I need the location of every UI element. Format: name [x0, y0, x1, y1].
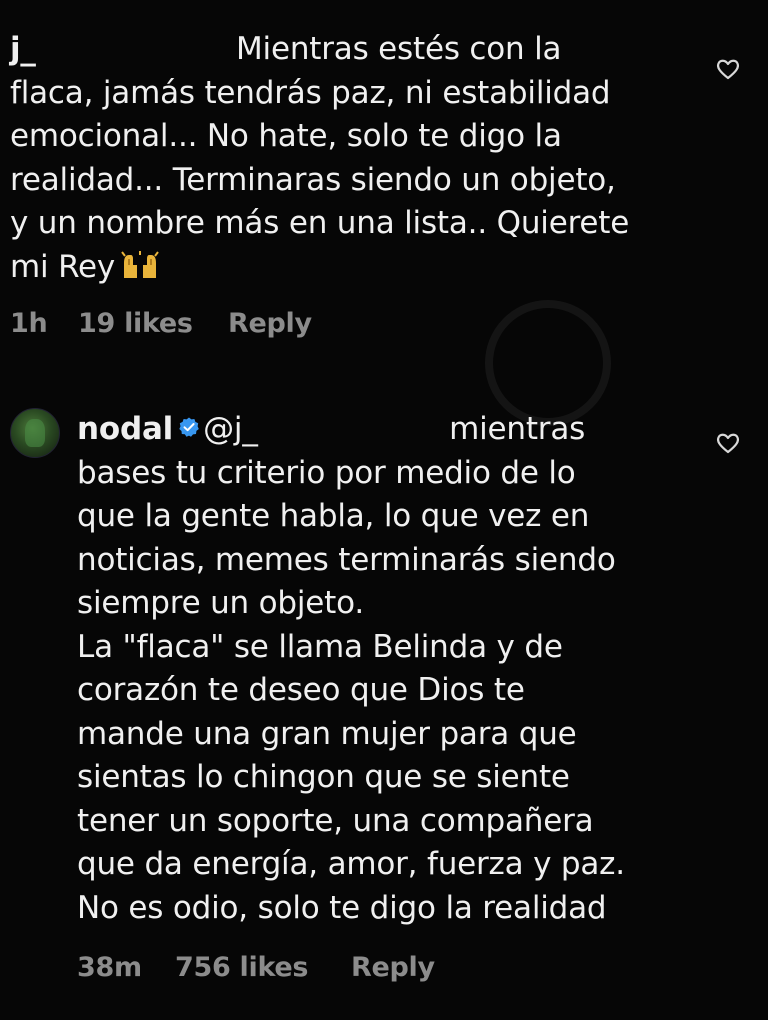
reply-button[interactable]: Reply — [351, 952, 435, 983]
avatar[interactable] — [10, 408, 60, 458]
comment-thread: j_ Mientras estés con la flaca, jamás ten… — [0, 0, 768, 1020]
comment-username[interactable]: nodal — [77, 411, 173, 447]
mention-link[interactable]: @j_ — [203, 408, 449, 452]
heart-icon[interactable] — [716, 58, 740, 80]
raising-hands-emoji-icon — [121, 248, 159, 278]
comment-content: nodal @j_ mientras bases tu criterio por … — [77, 406, 697, 930]
comment-meta: 1h 19 likes Reply — [10, 308, 312, 339]
comment-content: j_ Mientras estés con la flaca, jamás ten… — [10, 28, 700, 289]
comment-likes[interactable]: 756 likes — [175, 952, 351, 983]
comment-time: 38m — [77, 952, 142, 983]
avatar-image — [25, 419, 45, 447]
comment-text: mientras bases tu criterio por medio de … — [77, 411, 625, 926]
verified-badge-icon — [179, 406, 199, 437]
heart-icon[interactable] — [716, 432, 740, 454]
comment: j_ Mientras estés con la flaca, jamás ten… — [10, 28, 700, 289]
reply-button[interactable]: Reply — [228, 308, 312, 339]
comment-username[interactable]: j_ — [10, 28, 236, 72]
comment-time: 1h — [10, 308, 48, 339]
comment-likes[interactable]: 19 likes — [78, 308, 228, 339]
comment: nodal @j_ mientras bases tu criterio por … — [77, 406, 697, 930]
comment-meta: 38m 756 likes Reply — [77, 952, 435, 983]
